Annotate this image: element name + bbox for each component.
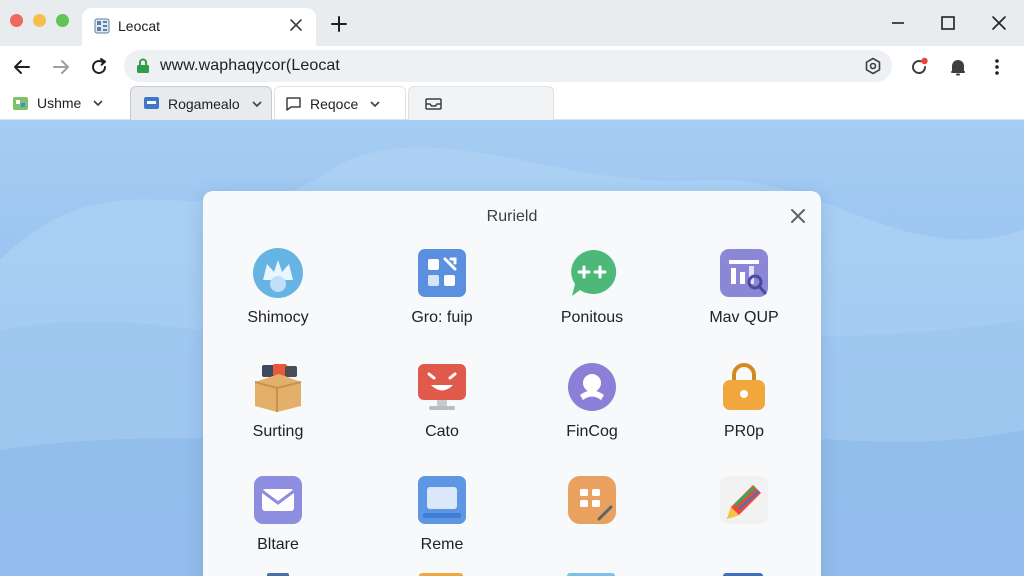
app-tile-surting[interactable]: Surting: [203, 362, 353, 462]
bookmark-label: Rogamealo: [168, 95, 240, 112]
mail-icon: [254, 476, 302, 524]
app-tile-pencil[interactable]: [669, 475, 819, 575]
app-tile-reme[interactable]: Rеme: [367, 475, 517, 575]
tab-title: Leocat: [118, 18, 161, 34]
close-icon: [992, 16, 1006, 30]
app-tile-mav-qup[interactable]: Mav QUP: [669, 248, 819, 348]
sync-button[interactable]: [906, 54, 932, 80]
app-tile-shimocy[interactable]: Shimocy: [203, 248, 353, 348]
back-button[interactable]: [9, 54, 35, 80]
chat-bubble-icon: [571, 249, 617, 296]
reload-button[interactable]: [86, 54, 112, 80]
app-tile-bltare[interactable]: Bltare: [203, 475, 353, 575]
browser-menu-button[interactable]: [984, 54, 1010, 80]
app-label: Bltare: [257, 536, 299, 553]
browser-tab[interactable]: Leocat: [82, 8, 316, 46]
chevron-down-icon: [93, 100, 103, 106]
bookmark-folder-4[interactable]: [408, 86, 554, 120]
app-tile-prop[interactable]: PR0p: [669, 362, 819, 462]
app-launcher-dialog: Ruriеld Shimocy Gro: fuip Ponitous Mav Q…: [203, 191, 821, 576]
favicon-icon: [94, 18, 110, 34]
app-label: FinCog: [566, 423, 618, 440]
analytics-icon: [720, 249, 768, 297]
dialog-title: Ruriеld: [486, 208, 538, 225]
app-label: Ponitous: [560, 309, 624, 326]
lock-bag-icon: [723, 363, 765, 410]
site-settings-icon[interactable]: [864, 57, 882, 75]
minimize-window-dot[interactable]: [33, 14, 46, 27]
bookmark-label: Reqoce: [310, 95, 359, 112]
pencil-icon: [720, 476, 768, 524]
url-text[interactable]: www.waphaqycor(Leocat: [160, 57, 340, 75]
app-label: Surting: [252, 423, 304, 440]
title-bar: Leocat: [0, 0, 1024, 46]
box-icon: [254, 364, 302, 412]
chat-icon: [144, 97, 159, 109]
sync-icon: [912, 57, 928, 74]
monitor-face-icon: [418, 364, 466, 410]
bookmarks-bar: Ushme Rogamealo Reqoce: [0, 86, 1024, 120]
address-bar[interactable]: www.waphaqycor(Leocat: [124, 50, 892, 82]
bookmark-folder-2[interactable]: Rogamealo: [130, 86, 272, 120]
app-tile-gro-fuip[interactable]: Gro: fuip: [367, 248, 517, 348]
app-tile-keypad[interactable]: [517, 475, 667, 575]
zoom-window-dot[interactable]: [56, 14, 69, 27]
person-circle-icon: [568, 363, 616, 411]
bookmark-folder-3[interactable]: Reqoce: [274, 86, 406, 120]
app-label: PR0p: [723, 423, 765, 440]
window-icon: [418, 476, 466, 524]
app-tile-ponitous[interactable]: Ponitous: [517, 248, 667, 348]
app-label: Shimocy: [247, 309, 309, 326]
arrow-left-icon: [14, 60, 30, 74]
reload-icon: [92, 58, 106, 74]
app-label: Rеme: [420, 536, 464, 553]
forward-button[interactable]: [48, 54, 74, 80]
app-label: Cato: [425, 423, 459, 440]
chevron-down-icon: [370, 100, 380, 107]
crown-cloud-icon: [253, 248, 303, 298]
app-label: Mav QUP: [709, 309, 779, 326]
minimize-button[interactable]: [885, 10, 911, 36]
arrow-right-icon: [53, 60, 69, 74]
grid-tiles-icon: [418, 249, 466, 297]
maximize-icon: [941, 16, 955, 30]
close-dialog-icon[interactable]: [789, 207, 807, 225]
app-tile-cato[interactable]: Cato: [367, 362, 517, 462]
browser-toolbar: www.waphaqycor(Leocat: [0, 46, 1024, 86]
page-content: Ruriеld Shimocy Gro: fuip Ponitous Mav Q…: [0, 120, 1024, 576]
bookmark-folder-1[interactable]: Ushme: [12, 86, 122, 120]
new-tab-icon[interactable]: [330, 15, 348, 33]
close-tab-icon[interactable]: [288, 17, 304, 33]
close-button[interactable]: [986, 10, 1012, 36]
message-icon: [286, 97, 301, 111]
more-vert-icon: [995, 59, 999, 75]
bell-icon: [951, 60, 965, 76]
puzzle-icon: [13, 96, 28, 110]
bookmark-label: Ushme: [37, 95, 82, 111]
minimize-icon: [892, 22, 904, 24]
notifications-button[interactable]: [945, 54, 971, 80]
app-tile-fincog[interactable]: FinCog: [517, 362, 667, 462]
chevron-down-icon: [252, 100, 262, 107]
keypad-icon: [568, 476, 616, 524]
lock-icon[interactable]: [136, 58, 150, 74]
app-label: Gro: fuip: [411, 309, 473, 326]
maximize-button[interactable]: [935, 10, 961, 36]
close-window-dot[interactable]: [10, 14, 23, 27]
folder-tray-icon: [425, 98, 442, 110]
